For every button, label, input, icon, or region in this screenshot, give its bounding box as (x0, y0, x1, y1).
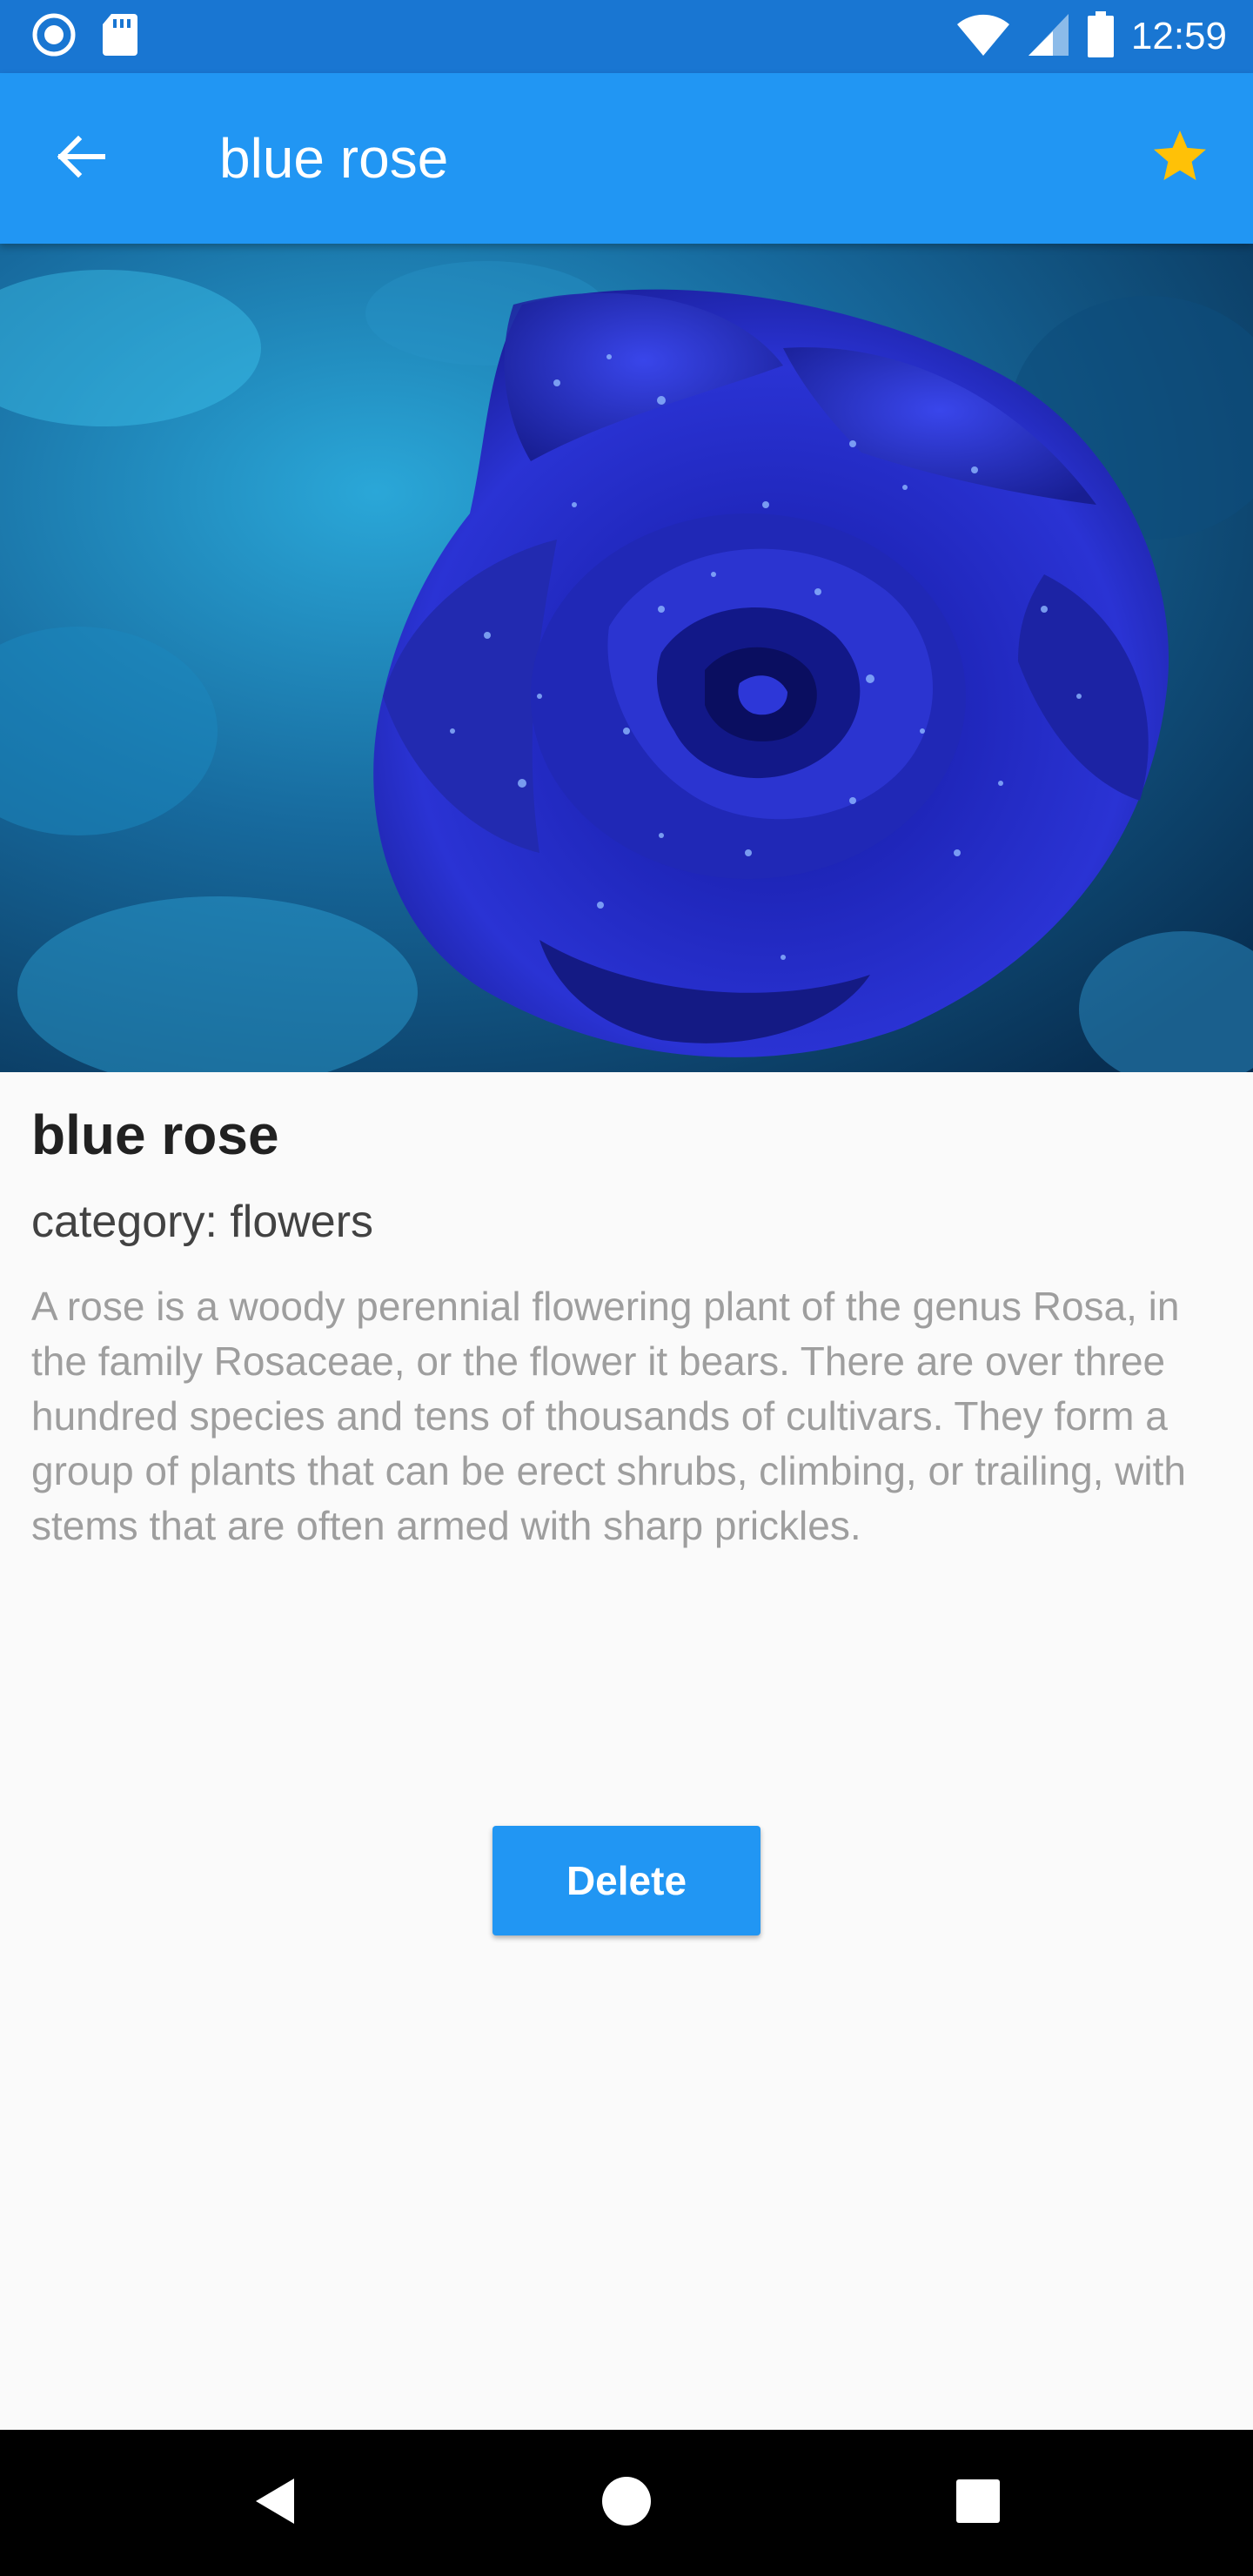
navigation-bar (0, 2430, 1253, 2576)
sd-card-icon (101, 12, 139, 62)
nav-recents-button[interactable] (935, 2459, 1022, 2546)
nav-back-button[interactable] (231, 2459, 318, 2546)
status-time: 12:59 (1130, 15, 1227, 57)
nav-back-icon (251, 2475, 299, 2532)
arrow-back-icon (52, 129, 108, 189)
status-right-icons: 12:59 (955, 10, 1227, 63)
nav-home-icon (600, 2475, 653, 2532)
star-icon (1149, 125, 1211, 192)
delete-button[interactable]: Delete (492, 1826, 761, 1935)
back-button[interactable] (45, 124, 115, 193)
radio-button-icon (31, 12, 77, 62)
page-title: blue rose (219, 127, 449, 190)
app-bar: blue rose (0, 73, 1253, 244)
item-name: blue rose (31, 1104, 279, 1166)
nav-recents-icon (955, 2478, 1002, 2529)
status-left-icons (31, 12, 139, 62)
blue-rose-image (0, 244, 1253, 1072)
item-description: A rose is a woody perennial flowering pl… (31, 1284, 1187, 1548)
nav-home-button[interactable] (583, 2459, 670, 2546)
favorite-button[interactable] (1145, 124, 1215, 193)
item-category: category: flowers (31, 1197, 374, 1247)
detail-content: blue rose category: flowers A rose is a … (31, 1072, 1222, 1553)
status-bar: 12:59 (0, 0, 1253, 73)
battery-icon (1086, 10, 1116, 63)
signal-icon (1027, 12, 1070, 62)
wifi-icon (955, 12, 1011, 62)
